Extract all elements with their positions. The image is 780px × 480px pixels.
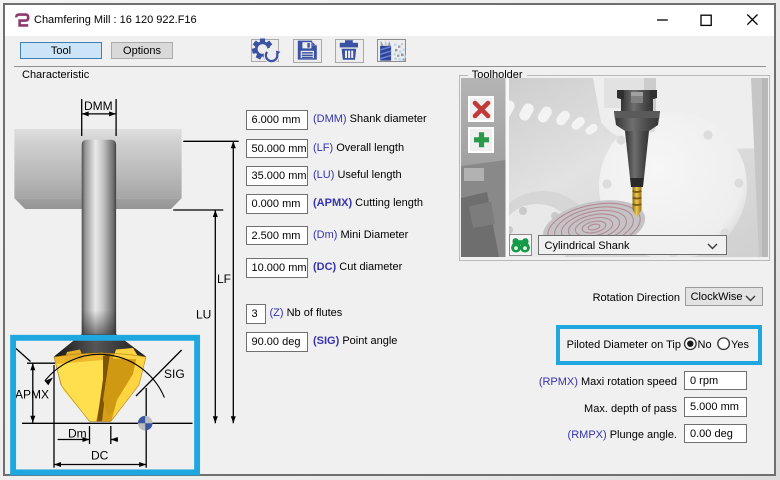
svg-text:APMX: APMX (15, 388, 49, 402)
svg-text:Dm: Dm (68, 427, 87, 441)
svg-text:DMM: DMM (84, 99, 113, 113)
svg-text:DC: DC (91, 449, 109, 463)
svg-text:LF: LF (217, 272, 231, 286)
svg-text:SIG: SIG (164, 367, 185, 381)
svg-text:LU: LU (196, 308, 211, 322)
